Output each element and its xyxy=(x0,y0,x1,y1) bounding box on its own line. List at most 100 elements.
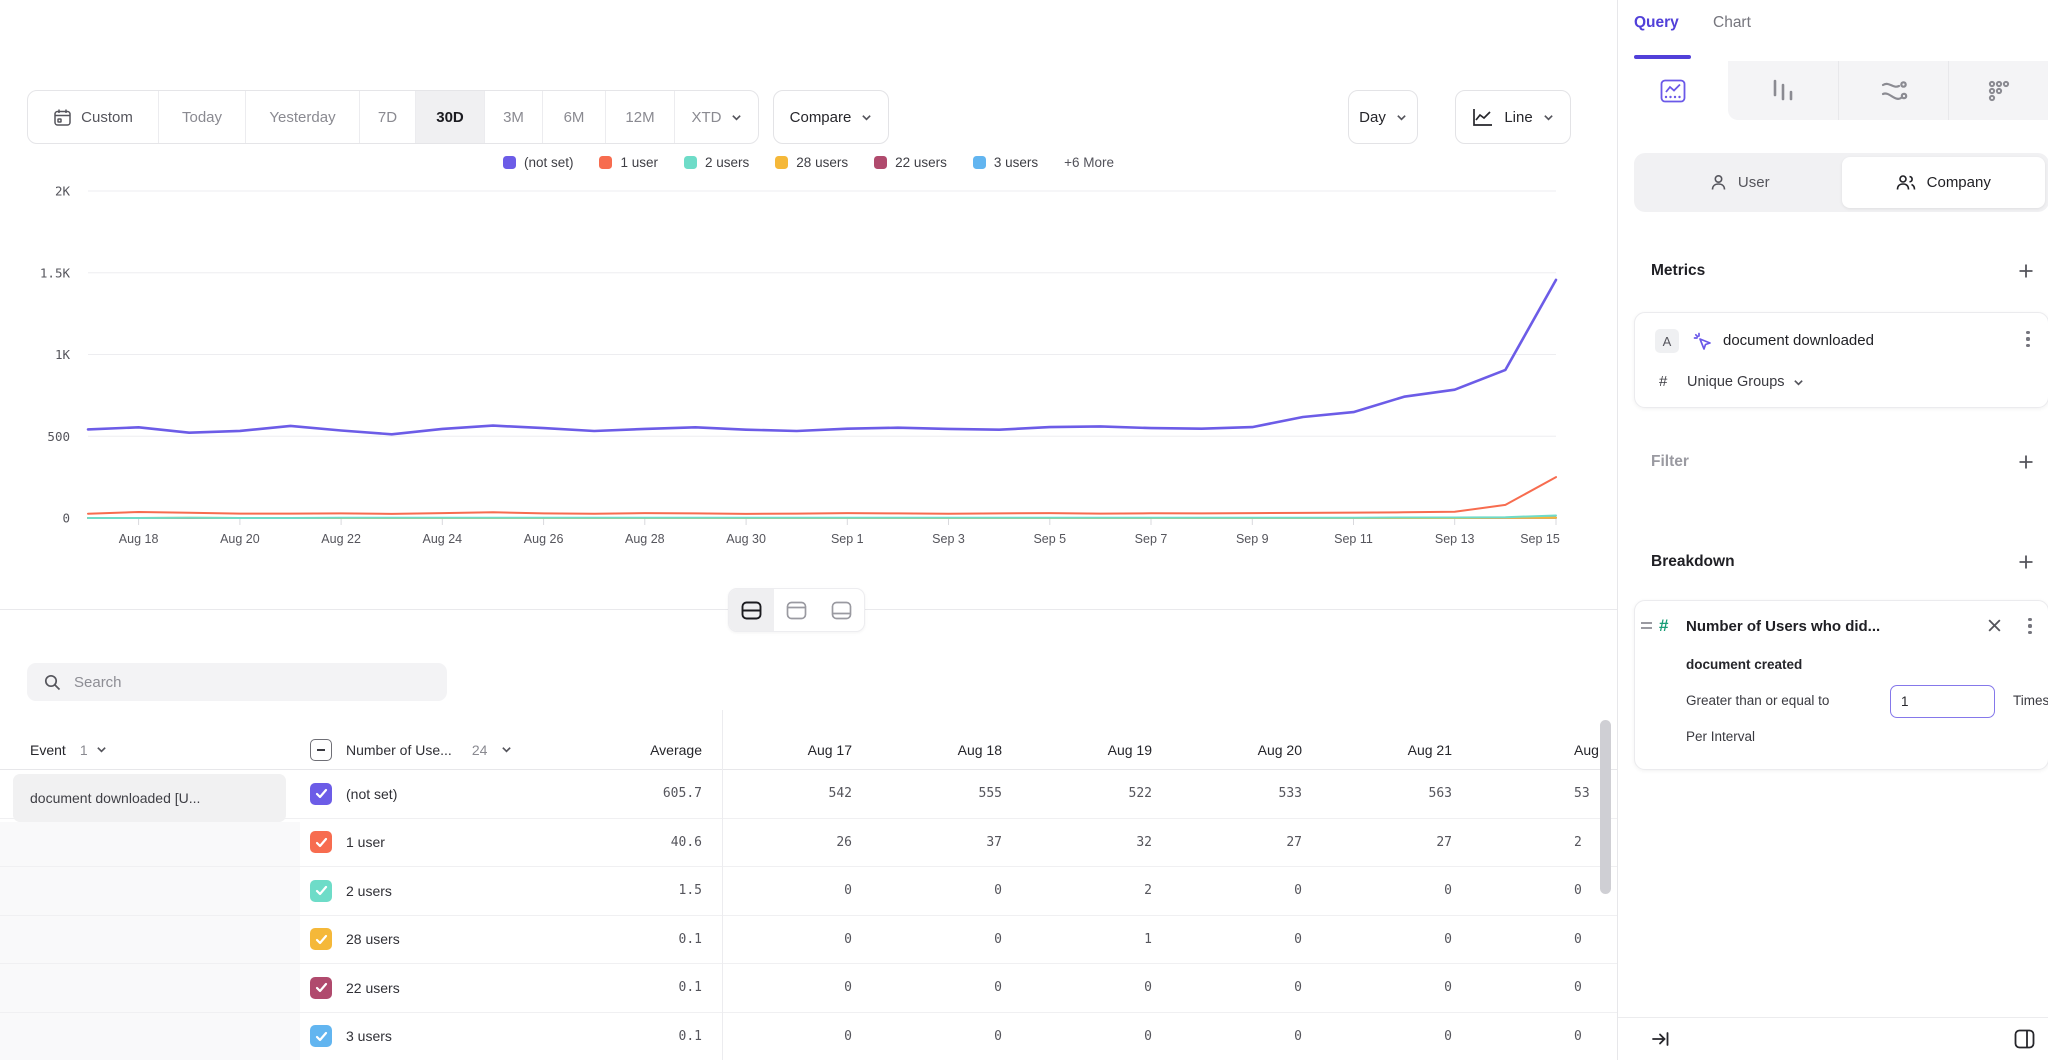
legend-item[interactable]: (not set) xyxy=(503,155,574,170)
interval-label: Day xyxy=(1359,109,1386,126)
series-column-header[interactable]: Number of Use...24 xyxy=(300,739,550,761)
chart-type-dropdown[interactable]: Line xyxy=(1455,90,1571,144)
range-label: 30D xyxy=(436,109,464,126)
series-label: 3 users xyxy=(346,1028,392,1044)
layout-bottom-icon[interactable] xyxy=(819,589,864,631)
breakdown-value-input[interactable] xyxy=(1890,685,1995,718)
series-checkbox[interactable] xyxy=(310,783,332,805)
range-7d-button[interactable]: 7D xyxy=(360,91,416,143)
chart-type-flow-button[interactable] xyxy=(1838,61,1948,120)
panel-split-icon[interactable] xyxy=(2014,1029,2035,1049)
scope-company-option[interactable]: Company xyxy=(1842,157,2046,208)
breakdown-condition-label: Greater than or equal to xyxy=(1686,693,1829,708)
search-input[interactable] xyxy=(74,674,404,691)
table-row: 28 users 0.1 00100 0 xyxy=(0,916,1617,965)
tab-chart[interactable]: Chart xyxy=(1713,14,1751,32)
range-yesterday-button[interactable]: Yesterday xyxy=(246,91,360,143)
measure-dropdown[interactable]: Unique Groups xyxy=(1687,374,1804,390)
date-column-header[interactable]: Aug 21 xyxy=(1302,742,1452,758)
date-value: 563 xyxy=(1302,786,1452,801)
svg-text:Sep 9: Sep 9 xyxy=(1236,532,1269,546)
date-value: 0 xyxy=(1152,1029,1302,1044)
add-metric-icon[interactable] xyxy=(2018,263,2034,279)
date-value-clipped: 53 xyxy=(1452,786,1617,801)
breakdown-section-header: Breakdown xyxy=(1651,553,2034,571)
toolbar: Custom Today Yesterday 7D 30D 3M 6M 12MXTD Comp… xyxy=(0,90,1617,144)
collapse-panel-icon[interactable] xyxy=(1651,1030,1671,1048)
tab-query[interactable]: Query xyxy=(1634,14,1679,32)
date-column-header[interactable]: Aug 17 xyxy=(702,742,852,758)
date-value-clipped: 0 xyxy=(1452,980,1617,995)
breakdown-event-name: document created xyxy=(1686,657,1802,672)
average-value: 0.1 xyxy=(550,980,702,995)
svg-text:Aug 26: Aug 26 xyxy=(524,532,564,546)
add-breakdown-icon[interactable] xyxy=(2018,554,2034,570)
breakdown-menu-icon[interactable] xyxy=(2022,617,2038,635)
range-custom-button[interactable]: Custom xyxy=(28,91,159,143)
date-value: 27 xyxy=(1152,835,1302,850)
date-value-clipped: 0 xyxy=(1452,883,1617,898)
svg-text:Sep 13: Sep 13 xyxy=(1435,532,1475,546)
layout-split-icon[interactable] xyxy=(729,589,774,631)
series-checkbox[interactable] xyxy=(310,831,332,853)
legend-label: 28 users xyxy=(796,155,848,170)
legend-item[interactable]: 28 users xyxy=(775,155,848,170)
select-all-checkbox[interactable] xyxy=(310,739,332,761)
metrics-title: Metrics xyxy=(1651,262,1705,280)
series-checkbox[interactable] xyxy=(310,977,332,999)
date-value: 27 xyxy=(1302,835,1452,850)
main-area: Custom Today Yesterday 7D 30D 3M 6M 12MXTD Comp… xyxy=(0,0,1617,1060)
range-label: Today xyxy=(182,109,222,126)
range-today-button[interactable]: Today xyxy=(159,91,246,143)
chart-type-more-button[interactable] xyxy=(1948,61,2048,120)
add-filter-icon[interactable] xyxy=(2018,454,2034,470)
search-icon xyxy=(44,674,61,691)
legend-more[interactable]: +6 More xyxy=(1064,155,1114,170)
legend-item[interactable]: 22 users xyxy=(874,155,947,170)
range-30d-button[interactable]: 30D xyxy=(416,91,485,143)
table-scrollbar[interactable] xyxy=(1600,720,1611,894)
scope-user-option[interactable]: User xyxy=(1638,157,1842,208)
compare-button[interactable]: Compare xyxy=(773,90,889,144)
range-label: 6M xyxy=(564,109,585,126)
event-column-header[interactable]: Event1 xyxy=(0,742,300,758)
average-column-header[interactable]: Average xyxy=(550,742,702,758)
event-cursor-icon xyxy=(1691,330,1715,354)
chart-type-line-button[interactable] xyxy=(1618,61,1728,120)
date-column-header[interactable]: Aug 19 xyxy=(1002,742,1152,758)
chart-type-bar-button[interactable] xyxy=(1728,61,1838,120)
series-checkbox[interactable] xyxy=(310,928,332,950)
date-value: 26 xyxy=(702,835,852,850)
breakdown-property-name: Number of Users who did... xyxy=(1686,618,1880,635)
metric-card[interactable]: A document downloaded # Unique Groups xyxy=(1634,312,2048,408)
series-checkbox[interactable] xyxy=(310,1025,332,1047)
close-icon[interactable] xyxy=(1987,618,2002,633)
metric-menu-icon[interactable] xyxy=(2020,330,2036,348)
breakdown-card: # Number of Users who did... document cr… xyxy=(1634,600,2048,770)
date-value: 0 xyxy=(852,932,1002,947)
date-column-header[interactable]: Aug 20 xyxy=(1152,742,1302,758)
panel-bottom-bar xyxy=(1618,1017,2048,1060)
event-list-item[interactable]: document downloaded [U... xyxy=(13,774,286,822)
date-column-header[interactable]: Aug 18 xyxy=(852,742,1002,758)
series-label: 1 user xyxy=(346,834,385,850)
legend-item[interactable]: 3 users xyxy=(973,155,1038,170)
interval-dropdown[interactable]: Day xyxy=(1348,90,1418,144)
line-chart-icon xyxy=(1472,108,1494,127)
drag-handle-icon[interactable] xyxy=(1641,622,1652,629)
series-checkbox[interactable] xyxy=(310,880,332,902)
range-12m-button[interactable]: 12M xyxy=(606,91,675,143)
date-value: 0 xyxy=(1152,980,1302,995)
range-6m-button[interactable]: 6M xyxy=(543,91,606,143)
date-value: 37 xyxy=(852,835,1002,850)
range-xtd-button[interactable]: XTD xyxy=(675,91,758,143)
legend-swatch xyxy=(684,156,697,169)
date-value: 0 xyxy=(1152,883,1302,898)
range-label: Yesterday xyxy=(269,109,335,126)
series-label: 28 users xyxy=(346,931,400,947)
layout-top-icon[interactable] xyxy=(774,589,819,631)
average-value: 1.5 xyxy=(550,883,702,898)
legend-item[interactable]: 1 user xyxy=(599,155,658,170)
legend-item[interactable]: 2 users xyxy=(684,155,749,170)
range-3m-button[interactable]: 3M xyxy=(485,91,543,143)
